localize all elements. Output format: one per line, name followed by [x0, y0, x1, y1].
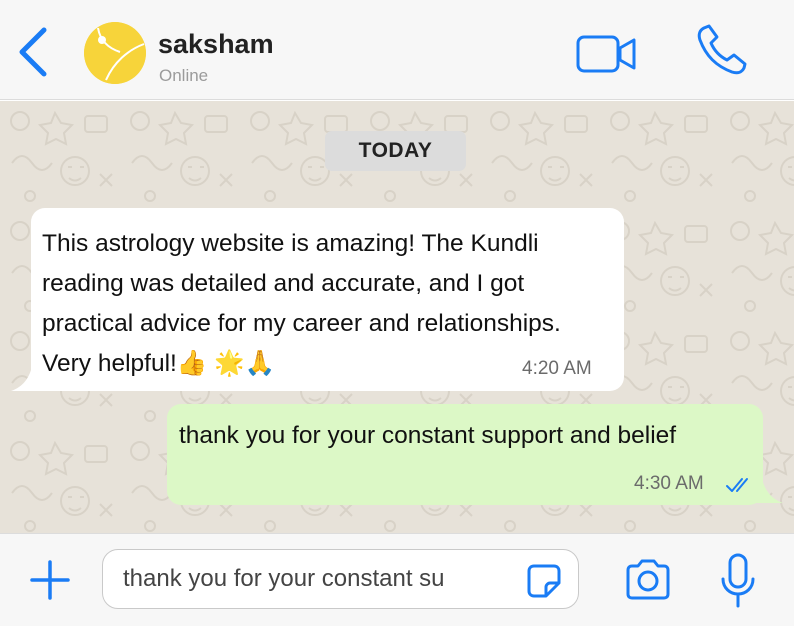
back-button[interactable] — [14, 26, 54, 78]
avatar[interactable] — [84, 22, 146, 84]
contact-name[interactable]: saksham — [158, 29, 274, 60]
phone-icon — [697, 24, 747, 75]
sticker-button[interactable] — [526, 563, 562, 599]
avatar-ball-icon — [84, 22, 146, 84]
chevron-left-icon — [19, 27, 47, 77]
microphone-button[interactable] — [718, 552, 758, 610]
message-time: 4:20 AM — [522, 358, 592, 379]
chat-header: saksham Online — [0, 0, 794, 100]
message-time: 4:30 AM — [634, 473, 704, 494]
message-incoming[interactable]: This astrology website is amazing! The K… — [31, 208, 624, 391]
double-check-icon — [726, 478, 748, 492]
chat-area[interactable]: TODAY This astrology website is amazing!… — [0, 101, 794, 533]
plus-icon — [30, 560, 70, 600]
video-call-button[interactable] — [576, 34, 638, 74]
attach-button[interactable] — [28, 558, 72, 602]
message-outgoing[interactable]: thank you for your constant support and … — [167, 404, 763, 505]
camera-icon — [626, 559, 670, 600]
camera-button[interactable] — [624, 558, 672, 602]
date-separator: TODAY — [325, 131, 466, 171]
contact-status: Online — [159, 66, 209, 85]
message-text: thank you for your constant support and … — [179, 422, 677, 449]
sticker-icon — [527, 564, 561, 598]
message-input-container — [102, 549, 579, 609]
composer-bar — [0, 533, 794, 626]
voice-call-button[interactable] — [694, 22, 750, 78]
microphone-icon — [721, 553, 755, 608]
video-camera-icon — [576, 35, 636, 73]
message-input[interactable] — [123, 562, 501, 596]
